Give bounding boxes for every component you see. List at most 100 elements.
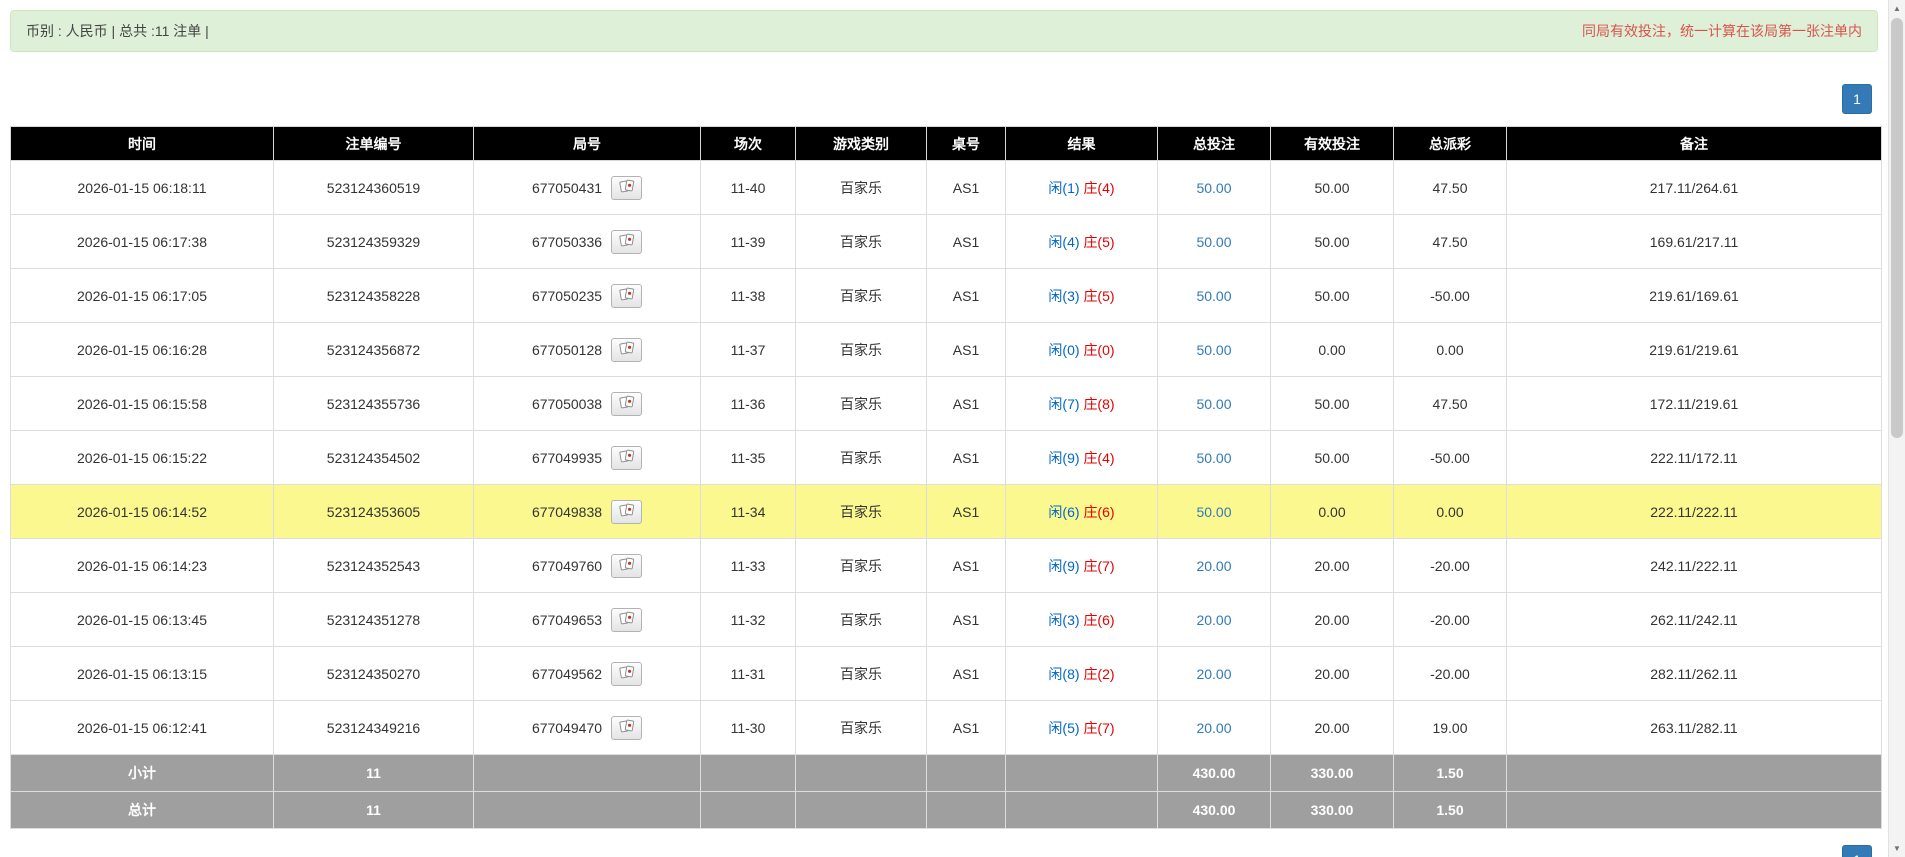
total-bet-link[interactable]: 20.00 bbox=[1196, 558, 1231, 574]
total-bet-link[interactable]: 50.00 bbox=[1196, 180, 1231, 196]
banker-result: 庄(4) bbox=[1083, 179, 1115, 196]
table-row: 2026-01-15 06:18:11 523124360519 677050431… bbox=[10, 160, 1882, 215]
summary-empty-cell bbox=[473, 791, 701, 829]
cell-table-number: AS1 bbox=[926, 592, 1006, 647]
page-button-1-bottom[interactable]: 1 bbox=[1842, 845, 1872, 857]
round-number: 677049935 bbox=[531, 449, 603, 466]
total-bet-link[interactable]: 50.00 bbox=[1196, 504, 1231, 520]
view-result-button[interactable] bbox=[611, 499, 643, 524]
cell-total-bet: 50.00 bbox=[1157, 268, 1271, 323]
scrollbar-thumb[interactable] bbox=[1891, 18, 1903, 438]
view-result-button[interactable] bbox=[611, 229, 643, 254]
total-bet-link[interactable]: 20.00 bbox=[1196, 720, 1231, 736]
round-wrap: 677049470 bbox=[480, 715, 694, 740]
round-number: 677049562 bbox=[531, 665, 603, 682]
cell-valid-bet: 50.00 bbox=[1270, 376, 1394, 431]
cell-time: 2026-01-15 06:14:23 bbox=[10, 538, 274, 593]
total-bet-link[interactable]: 50.00 bbox=[1196, 396, 1231, 412]
round-number: 677049653 bbox=[531, 611, 603, 628]
cell-total-bet: 50.00 bbox=[1157, 484, 1271, 539]
round-number: 677050128 bbox=[531, 341, 603, 358]
summary-count: 11 bbox=[273, 754, 474, 792]
banker-result: 庄(2) bbox=[1083, 665, 1115, 682]
player-result: 闲(7) bbox=[1048, 395, 1080, 412]
cell-total-bet: 50.00 bbox=[1157, 160, 1271, 215]
view-result-button[interactable] bbox=[611, 553, 643, 578]
cell-valid-bet: 0.00 bbox=[1270, 484, 1394, 539]
table-row: 2026-01-15 06:13:45 523124351278 677049653… bbox=[10, 592, 1882, 647]
round-wrap: 677050128 bbox=[480, 337, 694, 362]
cell-result: 闲(0) 庄(0) bbox=[1005, 322, 1158, 377]
summary-empty-cell bbox=[1506, 754, 1882, 792]
cell-round: 677049838 bbox=[473, 484, 701, 539]
table-row: 2026-01-15 06:15:22 523124354502 677049935… bbox=[10, 430, 1882, 485]
scroll-up-icon[interactable]: ▲ bbox=[1889, 0, 1905, 17]
cell-payout: -50.00 bbox=[1393, 268, 1507, 323]
column-header: 场次 bbox=[700, 126, 796, 161]
player-result: 闲(3) bbox=[1048, 611, 1080, 628]
cell-result: 闲(3) 庄(5) bbox=[1005, 268, 1158, 323]
cell-result: 闲(9) 庄(7) bbox=[1005, 538, 1158, 593]
round-wrap: 677050431 bbox=[480, 175, 694, 200]
total-bet-link[interactable]: 50.00 bbox=[1196, 342, 1231, 358]
view-result-button[interactable] bbox=[611, 283, 643, 308]
cell-table-number: AS1 bbox=[926, 700, 1006, 755]
table-row: 2026-01-15 06:14:23 523124352543 677049760… bbox=[10, 538, 1882, 593]
cell-time: 2026-01-15 06:13:45 bbox=[10, 592, 274, 647]
cell-session: 11-36 bbox=[700, 376, 796, 431]
cell-session: 11-33 bbox=[700, 538, 796, 593]
page-button-1[interactable]: 1 bbox=[1842, 84, 1872, 114]
view-result-button[interactable] bbox=[611, 337, 643, 362]
cell-time: 2026-01-15 06:15:58 bbox=[10, 376, 274, 431]
player-result: 闲(3) bbox=[1048, 287, 1080, 304]
column-header: 游戏类别 bbox=[795, 126, 927, 161]
summary-empty-cell bbox=[700, 754, 796, 792]
cell-table-number: AS1 bbox=[926, 268, 1006, 323]
cell-bet-id: 523124352543 bbox=[273, 538, 474, 593]
table-row: 2026-01-15 06:16:28 523124356872 677050128… bbox=[10, 322, 1882, 377]
cell-time: 2026-01-15 06:12:41 bbox=[10, 700, 274, 755]
cell-round: 677050038 bbox=[473, 376, 701, 431]
cell-session: 11-39 bbox=[700, 214, 796, 269]
cell-valid-bet: 20.00 bbox=[1270, 592, 1394, 647]
view-result-button[interactable] bbox=[611, 715, 643, 740]
total-bet-link[interactable]: 50.00 bbox=[1196, 234, 1231, 250]
table-row: 2026-01-15 06:14:52 523124353605 677049838… bbox=[10, 484, 1882, 539]
banker-result: 庄(4) bbox=[1083, 449, 1115, 466]
summary-valid-bet: 330.00 bbox=[1270, 754, 1394, 792]
cell-total-bet: 50.00 bbox=[1157, 322, 1271, 377]
table-row: 2026-01-15 06:17:05 523124358228 677050235… bbox=[10, 268, 1882, 323]
column-header: 有效投注 bbox=[1270, 126, 1394, 161]
cell-time: 2026-01-15 06:17:38 bbox=[10, 214, 274, 269]
scroll-down-icon[interactable]: ▼ bbox=[1889, 840, 1905, 857]
view-result-button[interactable] bbox=[611, 445, 643, 470]
view-result-button[interactable] bbox=[611, 175, 643, 200]
banker-result: 庄(6) bbox=[1083, 503, 1115, 520]
cell-result: 闲(3) 庄(6) bbox=[1005, 592, 1158, 647]
view-result-button[interactable] bbox=[611, 391, 643, 416]
view-result-button[interactable] bbox=[611, 661, 643, 686]
cards-icon bbox=[618, 557, 635, 574]
cell-time: 2026-01-15 06:15:22 bbox=[10, 430, 274, 485]
total-bet-link[interactable]: 50.00 bbox=[1196, 288, 1231, 304]
total-bet-link[interactable]: 50.00 bbox=[1196, 450, 1231, 466]
total-bet-link[interactable]: 20.00 bbox=[1196, 666, 1231, 682]
cell-remark: 222.11/172.11 bbox=[1506, 430, 1882, 485]
cell-payout: 19.00 bbox=[1393, 700, 1507, 755]
round-wrap: 677050038 bbox=[480, 391, 694, 416]
cell-remark: 262.11/242.11 bbox=[1506, 592, 1882, 647]
cards-icon bbox=[618, 611, 635, 628]
cell-bet-id: 523124349216 bbox=[273, 700, 474, 755]
cell-total-bet: 50.00 bbox=[1157, 376, 1271, 431]
cell-total-bet: 50.00 bbox=[1157, 430, 1271, 485]
cell-bet-id: 523124353605 bbox=[273, 484, 474, 539]
cards-icon bbox=[618, 341, 635, 358]
cell-bet-id: 523124354502 bbox=[273, 430, 474, 485]
cell-total-bet: 20.00 bbox=[1157, 646, 1271, 701]
round-wrap: 677049838 bbox=[480, 499, 694, 524]
total-bet-link[interactable]: 20.00 bbox=[1196, 612, 1231, 628]
view-result-button[interactable] bbox=[611, 607, 643, 632]
vertical-scrollbar[interactable]: ▲ ▼ bbox=[1888, 0, 1905, 857]
banker-result: 庄(0) bbox=[1083, 341, 1115, 358]
player-result: 闲(4) bbox=[1048, 233, 1080, 250]
